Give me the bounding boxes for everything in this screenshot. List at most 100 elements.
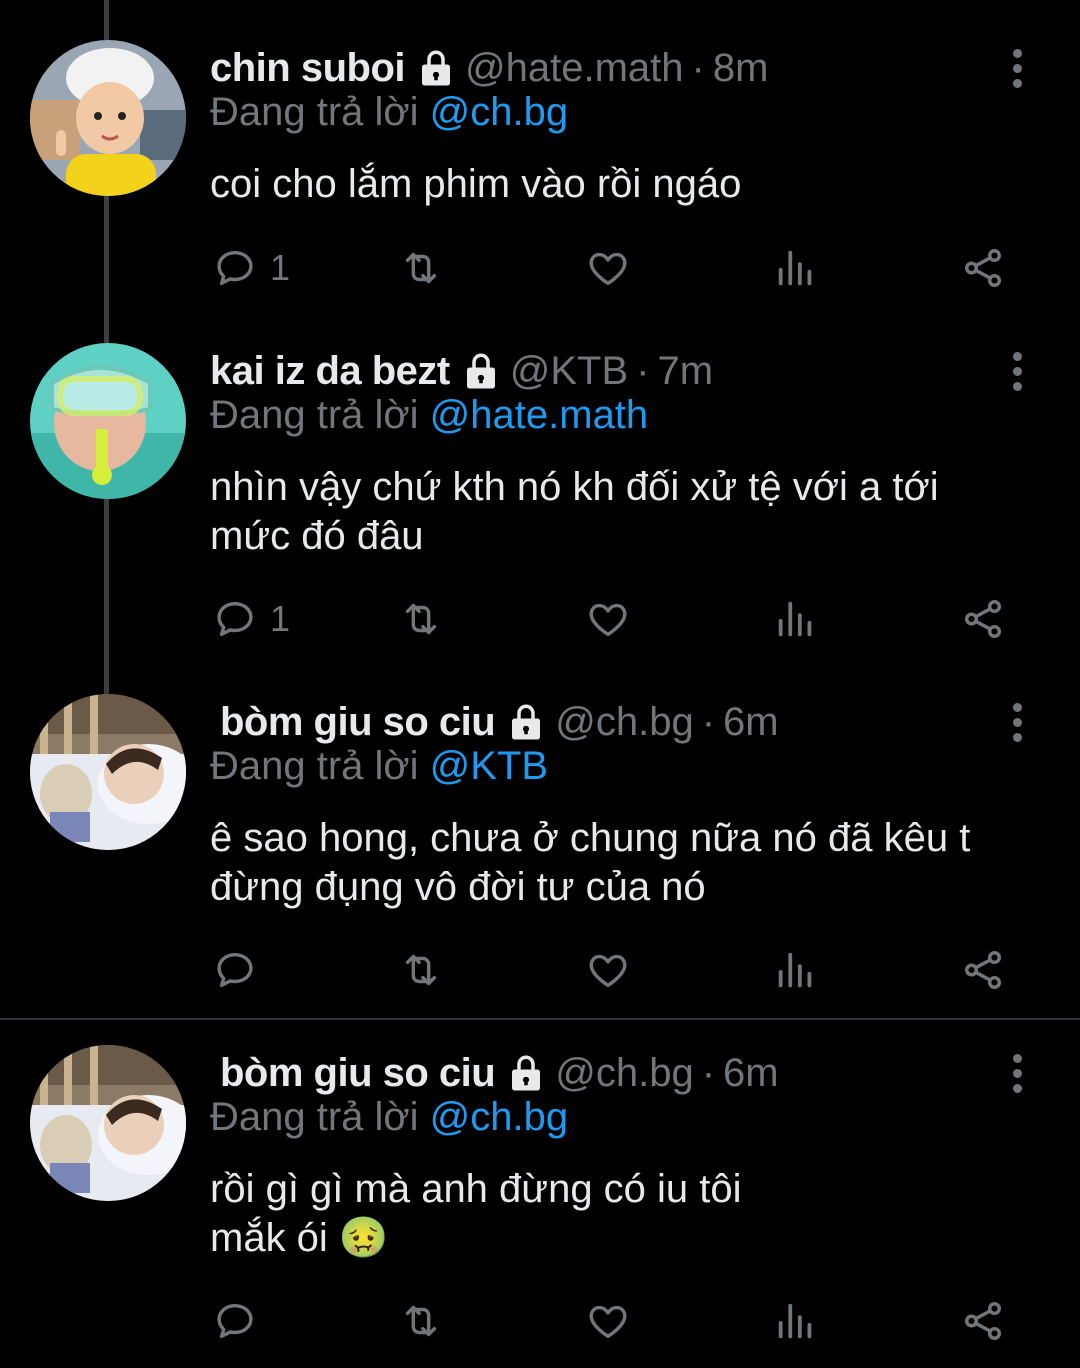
replying-to-label: Đang trả lời [210, 1095, 419, 1139]
user-handle[interactable]: @ch.bg [555, 700, 693, 745]
views-button[interactable] [773, 591, 819, 647]
tweet-header: chin suboi @hate.math · 8m [210, 40, 768, 96]
heart-icon [589, 603, 627, 637]
lock-icon [415, 47, 457, 89]
more-options-icon[interactable] [1000, 1045, 1034, 1101]
tweet-text: nhìn vậy chứ kth nó kh đối xử tệ với a t… [210, 463, 1030, 561]
reply-icon [217, 952, 253, 988]
lock-icon [460, 350, 502, 392]
reply-mention[interactable]: @hate.math [430, 393, 649, 437]
share-button[interactable] [960, 1293, 1006, 1349]
analytics-icon [778, 250, 812, 286]
tweet-text: ê sao hong, chưa ở chung nữa nó đã kêu t… [210, 814, 1030, 912]
like-button[interactable] [585, 591, 631, 647]
reply-button[interactable]: 1 [212, 240, 290, 296]
reply-mention[interactable]: @ch.bg [430, 1095, 568, 1139]
tweet[interactable]: kai iz da bezt @KTB · 7m Đang trả lời @h… [0, 343, 1080, 673]
share-icon [964, 951, 1002, 989]
analytics-icon [778, 1303, 812, 1339]
separator-dot: · [691, 45, 705, 90]
tweet-text-line: mắk ói 🤢 [210, 1216, 389, 1260]
display-name[interactable]: chin suboi [210, 46, 406, 91]
more-options-icon[interactable] [1000, 343, 1034, 399]
reply-button[interactable] [212, 942, 270, 998]
replying-to: Đang trả lời @ch.bg [210, 90, 568, 135]
replying-to: Đang trả lời @hate.math [210, 393, 648, 438]
reply-mention[interactable]: @KTB [430, 744, 548, 788]
more-options-icon[interactable] [1000, 694, 1034, 750]
tweet[interactable]: bòm giu so ciu @ch.bg · 6m Đang trả lời … [0, 1045, 1080, 1368]
more-options-icon[interactable] [1000, 40, 1034, 96]
reply-button[interactable] [212, 1293, 270, 1349]
reply-mention[interactable]: @ch.bg [430, 90, 568, 134]
action-bar [0, 942, 1080, 998]
display-name[interactable]: bòm giu so ciu [220, 700, 496, 745]
timestamp[interactable]: 7m [657, 349, 713, 394]
timestamp[interactable]: 8m [713, 46, 769, 91]
user-handle[interactable]: @KTB [510, 349, 628, 394]
replying-to-label: Đang trả lời [210, 90, 419, 134]
reply-button[interactable]: 1 [212, 591, 290, 647]
heart-icon [589, 252, 627, 286]
share-icon [964, 249, 1002, 287]
avatar[interactable] [30, 694, 186, 850]
tweet-text-line: rồi gì gì mà anh đừng có iu tôi [210, 1167, 742, 1211]
views-button[interactable] [773, 1293, 819, 1349]
share-button[interactable] [960, 942, 1006, 998]
like-button[interactable] [585, 942, 631, 998]
action-bar: 1 [0, 591, 1080, 647]
reply-icon [217, 1303, 253, 1339]
reply-count: 1 [270, 598, 291, 639]
views-button[interactable] [773, 240, 819, 296]
heart-icon [589, 1305, 627, 1339]
separator-dot: · [701, 699, 716, 744]
tweet[interactable]: bòm giu so ciu @ch.bg · 6m Đang trả lời … [0, 694, 1080, 1014]
retweet-icon [405, 603, 437, 635]
share-icon [964, 600, 1002, 638]
avatar[interactable] [30, 40, 186, 196]
thread-line [104, 0, 109, 40]
display-name[interactable]: bòm giu so ciu [220, 1051, 496, 1096]
reply-icon [217, 601, 253, 637]
tweet-header: kai iz da bezt @KTB · 7m [210, 343, 713, 399]
timestamp[interactable]: 6m [723, 700, 779, 745]
views-button[interactable] [773, 942, 819, 998]
action-bar: 1 [0, 240, 1080, 296]
like-button[interactable] [585, 1293, 631, 1349]
replying-to-label: Đang trả lời [210, 393, 419, 437]
share-icon [964, 1302, 1002, 1340]
like-button[interactable] [585, 240, 631, 296]
tweet-text-line: ê sao hong, chưa ở chung nữa nó đã kêu t [210, 816, 971, 860]
reply-icon [217, 250, 253, 286]
retweet-icon [405, 1305, 437, 1337]
tweet-text-line: đừng đụng vô đời tư của nó [210, 865, 706, 909]
tweet-text-line: coi cho lắm phim vào rồi ngáo [210, 162, 742, 206]
timestamp[interactable]: 6m [723, 1051, 779, 1096]
share-button[interactable] [960, 240, 1006, 296]
retweet-button[interactable] [398, 591, 444, 647]
analytics-icon [778, 601, 812, 637]
action-bar [0, 1293, 1080, 1349]
retweet-button[interactable] [398, 942, 444, 998]
tweet-header: bòm giu so ciu @ch.bg · 6m [220, 694, 779, 750]
separator-dot: · [636, 348, 650, 393]
share-button[interactable] [960, 591, 1006, 647]
avatar[interactable] [30, 343, 186, 499]
user-handle[interactable]: @hate.math [465, 46, 684, 91]
replying-to: Đang trả lời @ch.bg [210, 1095, 568, 1140]
user-handle[interactable]: @ch.bg [555, 1051, 693, 1096]
replying-to-label: Đang trả lời [210, 744, 419, 788]
lock-icon [505, 1052, 547, 1094]
display-name[interactable]: kai iz da bezt [210, 349, 450, 394]
tweet-header: bòm giu so ciu @ch.bg · 6m [220, 1045, 779, 1101]
retweet-button[interactable] [398, 240, 444, 296]
retweet-icon [405, 252, 437, 284]
divider [0, 1018, 1080, 1020]
retweet-icon [405, 954, 437, 986]
tweet-text-line: mức đó đâu [210, 514, 424, 558]
avatar[interactable] [30, 1045, 186, 1201]
retweet-button[interactable] [398, 1293, 444, 1349]
heart-icon [589, 954, 627, 988]
tweet[interactable]: chin suboi @hate.math · 8m Đang trả lời … [0, 40, 1080, 340]
reply-count: 1 [270, 247, 291, 288]
